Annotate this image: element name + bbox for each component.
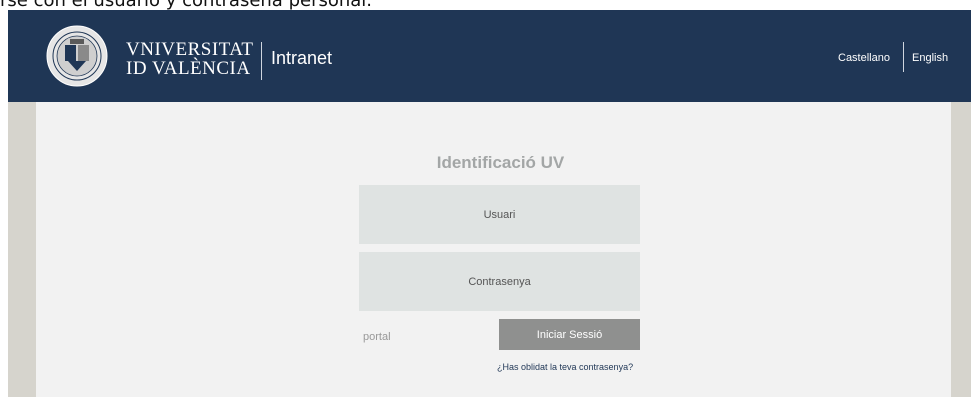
login-button[interactable]: Iniciar Sessió <box>499 319 640 350</box>
login-title: Identificació UV <box>436 153 565 172</box>
login-panel <box>36 102 951 397</box>
forgot-password-link[interactable]: ¿Has oblidat la teva contrasenya? <box>497 362 633 372</box>
document-caption: rse con el usuario y contraseña personal… <box>0 0 977 10</box>
language-link-english[interactable]: English <box>912 52 948 64</box>
portal-label: portal <box>363 331 391 343</box>
brand-line-1: VNIVERSITAT <box>126 39 254 60</box>
header-divider <box>261 42 262 80</box>
brand-line-2: ID VALÈNCIA <box>126 58 251 79</box>
language-link-castellano[interactable]: Castellano <box>838 52 890 64</box>
university-seal-icon <box>46 25 108 87</box>
side-background-right <box>951 102 971 397</box>
password-input[interactable] <box>359 252 640 311</box>
site-header: VNIVERSITAT ID VALÈNCIA Intranet Castell… <box>8 10 971 102</box>
username-input[interactable] <box>359 185 640 244</box>
side-background-left <box>8 102 36 397</box>
university-wordmark: VNIVERSITAT ID VALÈNCIA <box>126 40 253 78</box>
language-divider <box>903 42 904 72</box>
app-title: Intranet <box>271 48 333 68</box>
